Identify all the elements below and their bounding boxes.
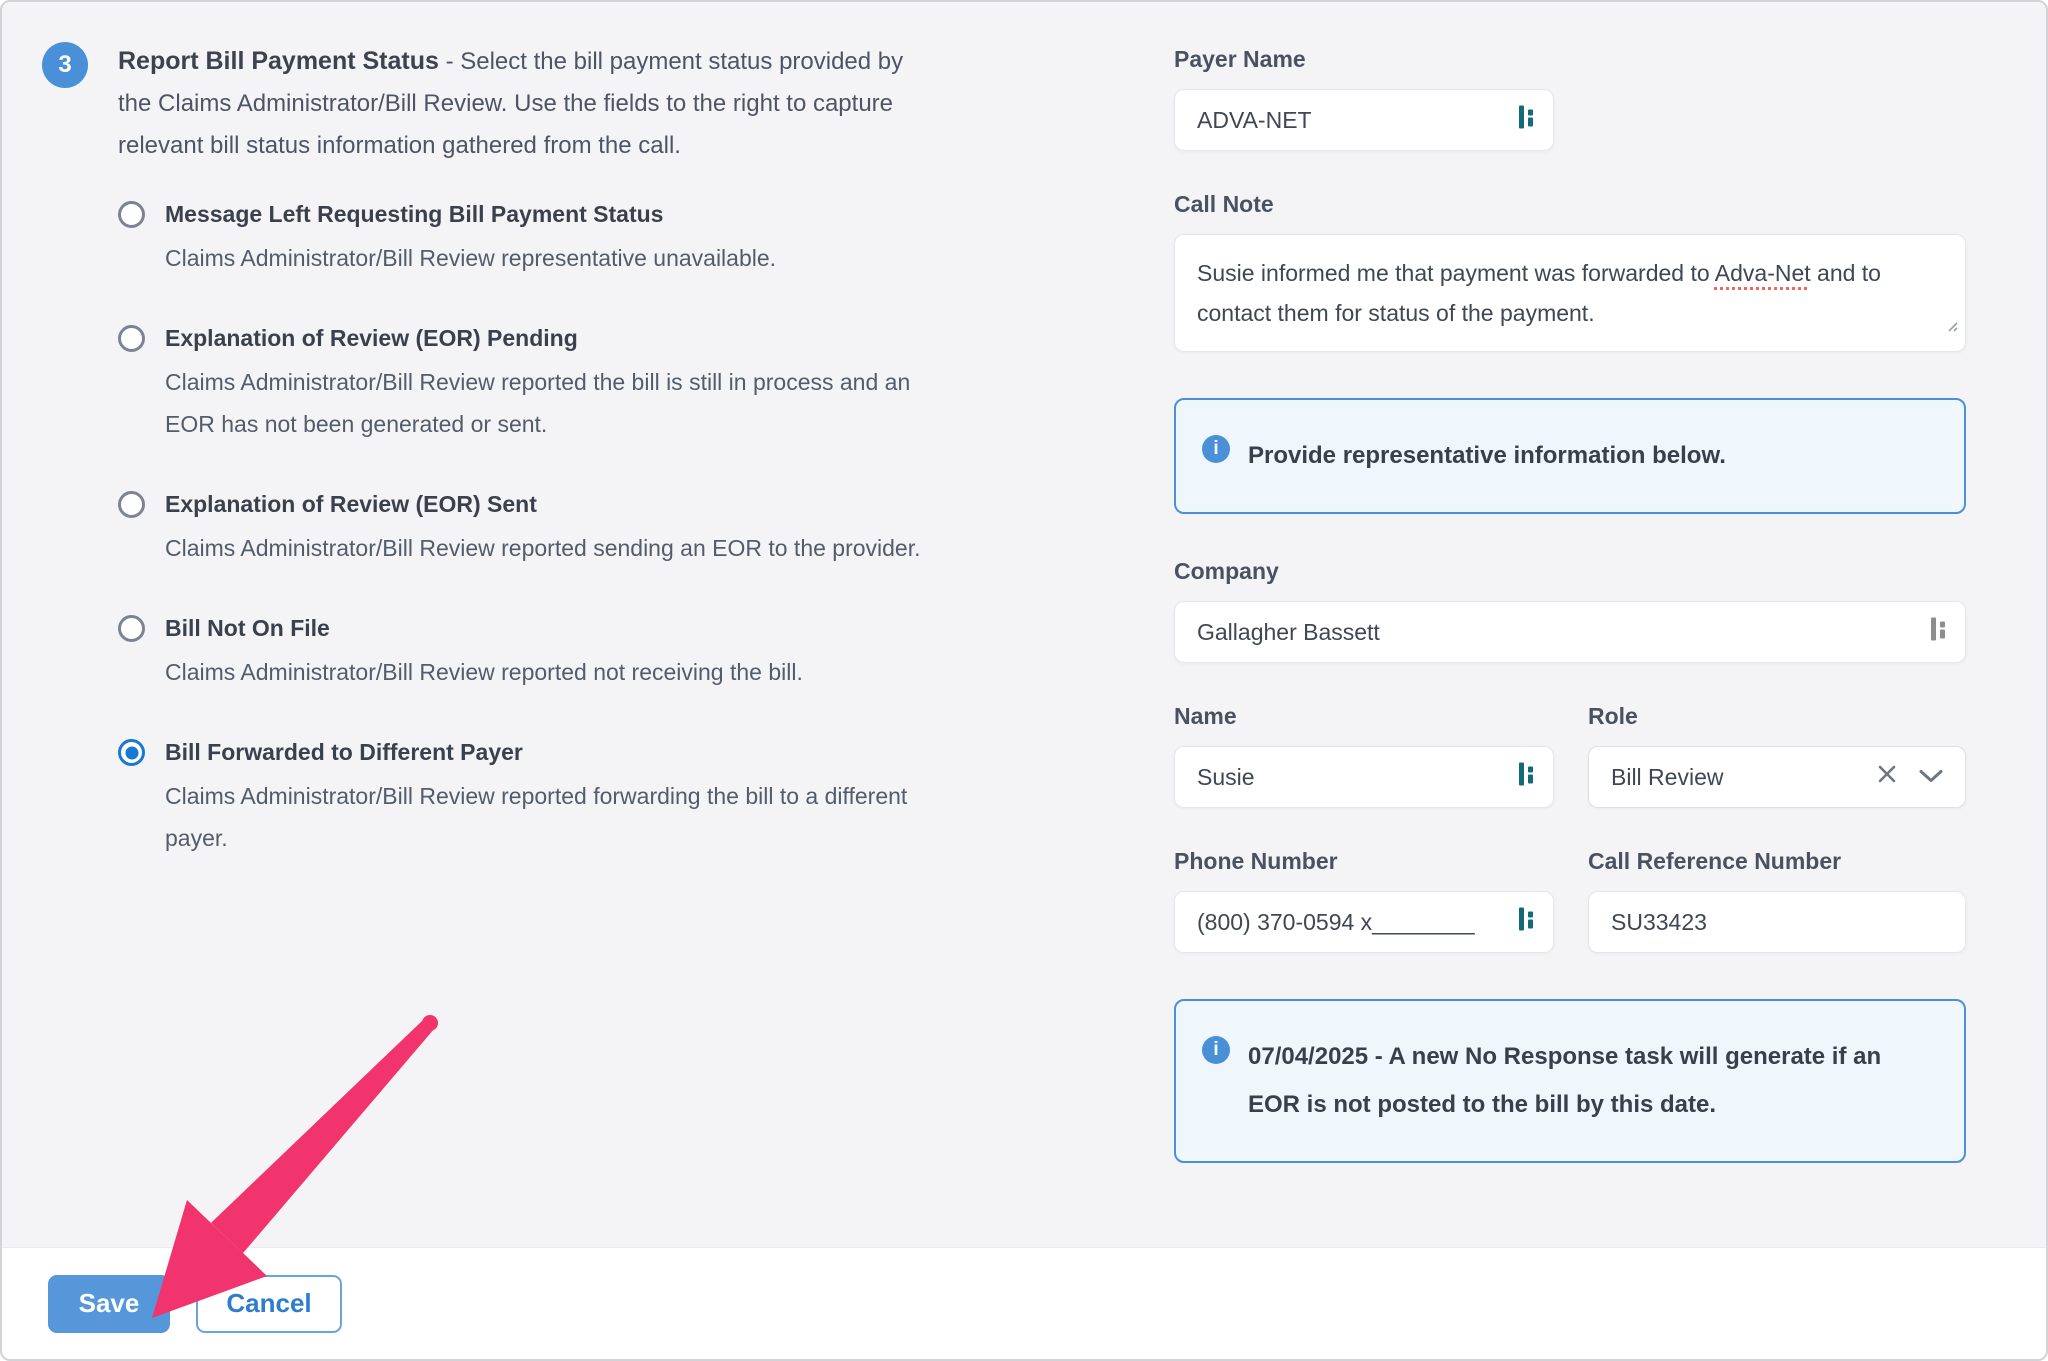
step-number-badge: 3	[42, 42, 88, 88]
representative-info-text: Provide representative information below…	[1248, 432, 1726, 480]
option-eor-sent[interactable]: Explanation of Review (EOR) Sent Claims …	[118, 489, 962, 569]
cancel-button[interactable]: Cancel	[196, 1275, 342, 1333]
footer-action-bar: Save Cancel	[2, 1247, 2046, 1359]
call-reference-cell: Call Reference Number	[1588, 848, 1966, 953]
call-details-form: Payer Name Call Note Susie informed me t…	[1174, 46, 1966, 1163]
option-description: Claims Administrator/Bill Review reporte…	[165, 361, 935, 445]
company-wrap	[1174, 601, 1966, 663]
option-label: Explanation of Review (EOR) Pending	[165, 323, 935, 353]
call-reference-label: Call Reference Number	[1588, 848, 1966, 875]
representative-info-box: i Provide representative information bel…	[1174, 398, 1966, 514]
save-button[interactable]: Save	[48, 1275, 170, 1333]
role-select[interactable]: Bill Review	[1588, 746, 1966, 808]
option-description: Claims Administrator/Bill Review reporte…	[165, 527, 921, 569]
call-reference-input[interactable]	[1588, 891, 1966, 953]
option-bill-not-on-file[interactable]: Bill Not On File Claims Administrator/Bi…	[118, 613, 962, 693]
autofill-bars-icon	[1517, 761, 1538, 794]
radio-unselected-icon[interactable]	[118, 491, 145, 518]
clear-x-icon[interactable]	[1875, 762, 1899, 792]
option-body: Bill Forwarded to Different Payer Claims…	[165, 737, 935, 859]
option-label: Bill Forwarded to Different Payer	[165, 737, 935, 767]
role-cell: Role Bill Review	[1588, 703, 1966, 808]
radio-selected-icon[interactable]	[118, 739, 145, 766]
payer-name-input[interactable]	[1174, 89, 1554, 151]
no-response-info-text: 07/04/2025 - A new No Response task will…	[1248, 1033, 1898, 1129]
report-bill-payment-status-panel: 3 Report Bill Payment Status - Select th…	[0, 0, 2048, 1361]
option-description: Claims Administrator/Bill Review reporte…	[165, 775, 935, 859]
radio-unselected-icon[interactable]	[118, 615, 145, 642]
textarea-resize-handle-icon[interactable]	[1943, 305, 1959, 345]
option-label: Bill Not On File	[165, 613, 803, 643]
call-note-label: Call Note	[1174, 191, 1966, 218]
name-input[interactable]	[1174, 746, 1554, 808]
step-description: Report Bill Payment Status - Select the …	[118, 40, 928, 167]
radio-unselected-icon[interactable]	[118, 201, 145, 228]
company-input[interactable]	[1174, 601, 1966, 663]
phone-number-label: Phone Number	[1174, 848, 1554, 875]
option-label: Message Left Requesting Bill Payment Sta…	[165, 199, 776, 229]
name-wrap	[1174, 746, 1554, 808]
payer-name-label: Payer Name	[1174, 46, 1966, 73]
option-eor-pending[interactable]: Explanation of Review (EOR) Pending Clai…	[118, 323, 962, 445]
option-label: Explanation of Review (EOR) Sent	[165, 489, 921, 519]
role-selected-value: Bill Review	[1611, 764, 1723, 791]
step-header: 3 Report Bill Payment Status - Select th…	[42, 40, 962, 167]
step-section: 3 Report Bill Payment Status - Select th…	[42, 40, 962, 903]
company-label: Company	[1174, 558, 1966, 585]
name-role-row: Name Role Bill Review	[1174, 703, 1966, 808]
option-body: Bill Not On File Claims Administrator/Bi…	[165, 613, 803, 693]
radio-unselected-icon[interactable]	[118, 325, 145, 352]
call-note-text: Susie informed me that payment was forwa…	[1197, 260, 1715, 286]
info-icon: i	[1202, 1036, 1230, 1064]
autofill-bars-icon	[1517, 104, 1538, 137]
name-cell: Name	[1174, 703, 1554, 808]
name-label: Name	[1174, 703, 1554, 730]
option-message-left[interactable]: Message Left Requesting Bill Payment Sta…	[118, 199, 962, 279]
bill-status-radio-group: Message Left Requesting Bill Payment Sta…	[118, 199, 962, 859]
phone-wrap	[1174, 891, 1554, 953]
phone-reference-row: Phone Number Call Reference Number	[1174, 848, 1966, 953]
option-body: Explanation of Review (EOR) Sent Claims …	[165, 489, 921, 569]
role-label: Role	[1588, 703, 1966, 730]
info-icon: i	[1202, 435, 1230, 463]
payer-name-wrap	[1174, 89, 1554, 151]
call-note-misspelled-word: Adva-Net	[1715, 260, 1811, 286]
no-response-info-box: i 07/04/2025 - A new No Response task wi…	[1174, 999, 1966, 1163]
autofill-bars-icon	[1929, 616, 1950, 649]
phone-number-input[interactable]	[1174, 891, 1554, 953]
call-reference-wrap	[1588, 891, 1966, 953]
option-description: Claims Administrator/Bill Review represe…	[165, 237, 776, 279]
option-body: Explanation of Review (EOR) Pending Clai…	[165, 323, 935, 445]
chevron-down-icon[interactable]	[1917, 764, 1945, 791]
step-title: Report Bill Payment Status	[118, 47, 439, 75]
phone-cell: Phone Number	[1174, 848, 1554, 953]
autofill-bars-icon	[1517, 906, 1538, 939]
option-description: Claims Administrator/Bill Review reporte…	[165, 651, 803, 693]
option-bill-forwarded[interactable]: Bill Forwarded to Different Payer Claims…	[118, 737, 962, 859]
option-body: Message Left Requesting Bill Payment Sta…	[165, 199, 776, 279]
call-note-textarea[interactable]: Susie informed me that payment was forwa…	[1174, 234, 1966, 352]
